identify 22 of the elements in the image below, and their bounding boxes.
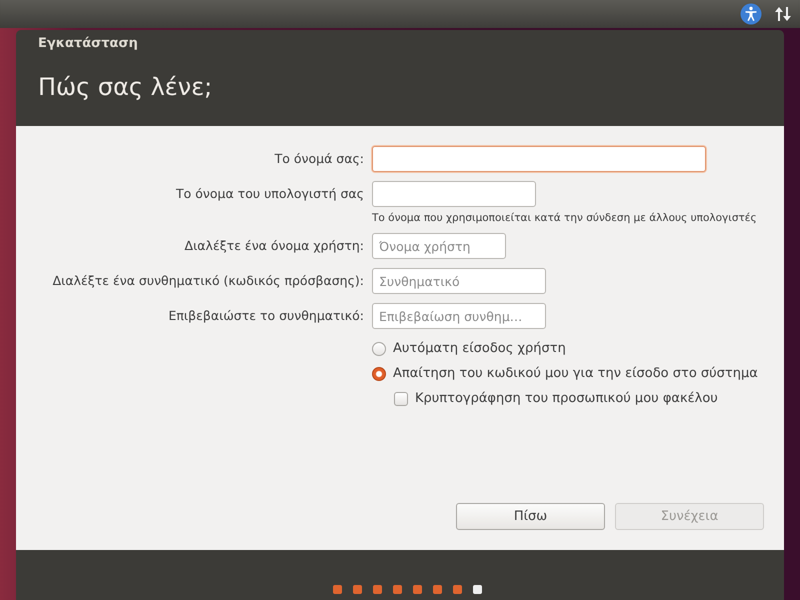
- radio-button[interactable]: [372, 366, 386, 380]
- field-label: Διαλέξτε ένα συνθηματικό (κωδικός πρόσβασης):: [52, 272, 364, 290]
- field-label: Το όνομα του υπολογιστή σας: [174, 185, 364, 203]
- page-heading: Πώς σας λένε;: [38, 73, 214, 101]
- input-field[interactable]: Συνθηματικό: [372, 268, 546, 294]
- field-label: Διαλέξτε ένα όνομα χρήστη:: [184, 237, 364, 255]
- accessibility-icon[interactable]: [740, 3, 762, 25]
- checkbox[interactable]: [394, 392, 408, 406]
- input-field[interactable]: [372, 146, 706, 172]
- hint-text: Το όνομα που χρησιμοποιείται κατά την σύνδεση με άλλους υπολογιστές: [372, 212, 757, 224]
- input-field[interactable]: [372, 181, 536, 207]
- radio-label[interactable]: Αυτόματη είσοδος χρήστη: [393, 341, 566, 356]
- network-arrows-icon[interactable]: [774, 5, 792, 23]
- field-label: Επιβεβαιώστε το συνθηματικό:: [167, 307, 364, 325]
- radio-button[interactable]: [372, 342, 386, 356]
- window-title: Εγκατάσταση: [38, 35, 139, 51]
- checkbox-label[interactable]: Κρυπτογράφηση του προσωπικού μου φακέλου: [415, 391, 718, 406]
- dialog-button[interactable]: Πίσω: [456, 503, 605, 530]
- field-label: Το όνομά σας:: [274, 150, 364, 168]
- input-field[interactable]: Όνομα χρήστη: [372, 233, 506, 259]
- radio-label[interactable]: Απαίτηση του κωδικού μου για την είσοδο στο σύστημα: [393, 366, 758, 381]
- input-field[interactable]: Επιβεβαίωση συνθημ…: [372, 303, 546, 329]
